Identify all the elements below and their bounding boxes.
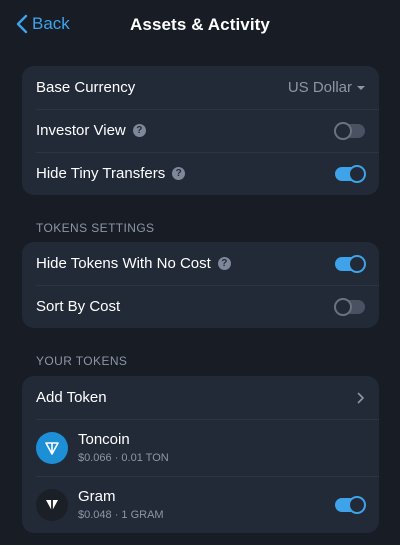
token-name: Gram (78, 488, 116, 505)
your-tokens-card: Add Token Toncoin $0.066 · 0.01 TON Gram… (22, 376, 379, 533)
hide-no-cost-label: Hide Tokens With No Cost (36, 255, 211, 272)
sort-by-cost-toggle[interactable] (334, 297, 365, 316)
token-name: Toncoin (78, 431, 130, 448)
nav-bar: Back Assets & Activity (0, 0, 400, 52)
add-token-label: Add Token (36, 389, 107, 406)
page-title: Assets & Activity (130, 15, 270, 34)
help-icon[interactable]: ? (132, 124, 146, 137)
investor-view-row: Investor View ? (22, 109, 379, 152)
investor-view-toggle[interactable] (334, 121, 365, 140)
toggle-knob (348, 164, 366, 183)
toggle-knob (334, 121, 352, 140)
hide-tiny-transfers-row: Hide Tiny Transfers ? (22, 152, 379, 195)
toggle-knob (348, 254, 366, 273)
general-settings-card: Base Currency US Dollar Investor View ? … (22, 66, 379, 195)
hide-tiny-transfers-label: Hide Tiny Transfers (36, 165, 166, 182)
base-currency-row[interactable]: Base Currency US Dollar (22, 66, 379, 109)
sort-by-cost-label: Sort By Cost (36, 298, 121, 315)
sort-by-cost-row: Sort By Cost (22, 285, 379, 328)
toggle-knob (348, 495, 366, 514)
your-tokens-title: YOUR TOKENS (36, 354, 128, 368)
toncoin-icon (36, 431, 68, 464)
caret-down-icon (357, 86, 365, 90)
token-balance: $0.048 · 1 GRAM (78, 509, 164, 521)
token-row-gram[interactable]: Gram $0.048 · 1 GRAM (22, 476, 379, 533)
base-currency-select[interactable]: US Dollar (288, 79, 365, 96)
base-currency-value: US Dollar (287, 79, 352, 96)
gram-visibility-toggle[interactable] (335, 495, 366, 514)
token-row-toncoin[interactable]: Toncoin $0.066 · 0.01 TON (22, 419, 379, 476)
investor-view-label: Investor View (36, 122, 126, 139)
add-token-row[interactable]: Add Token (22, 376, 379, 419)
tokens-settings-card: Hide Tokens With No Cost ? Sort By Cost (22, 242, 379, 328)
hide-no-cost-row: Hide Tokens With No Cost ? (22, 242, 379, 285)
base-currency-label: Base Currency (36, 79, 136, 96)
token-balance: $0.066 · 0.01 TON (78, 452, 169, 464)
tokens-settings-title: TOKENS SETTINGS (36, 221, 155, 235)
gram-icon (36, 488, 68, 521)
hide-tiny-transfers-toggle[interactable] (335, 164, 366, 183)
help-icon[interactable]: ? (217, 257, 231, 270)
chevron-right-icon (357, 392, 364, 403)
help-icon[interactable]: ? (172, 167, 186, 180)
toggle-knob (334, 297, 352, 316)
hide-no-cost-toggle[interactable] (335, 254, 366, 273)
assets-activity-screen: Back Assets & Activity Base Currency US … (0, 0, 400, 545)
